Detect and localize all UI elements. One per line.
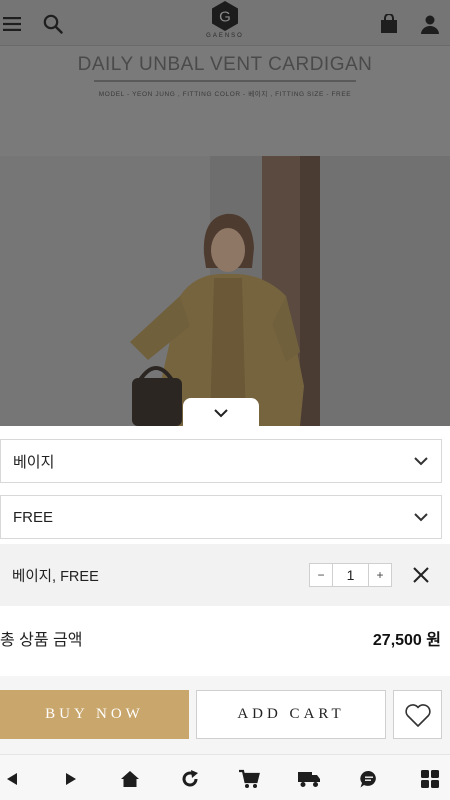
chevron-down-icon bbox=[414, 513, 428, 522]
buy-now-button[interactable]: BUY NOW bbox=[0, 690, 189, 739]
logo-text: GAENSO bbox=[206, 33, 244, 39]
svg-text:G: G bbox=[219, 9, 231, 26]
back-icon[interactable] bbox=[0, 767, 24, 791]
purchase-option-panel: 베이지 FREE 베이지, FREE − 1 + 총 상품 금액 27,500 … bbox=[0, 426, 450, 800]
delivery-truck-icon[interactable] bbox=[297, 767, 321, 791]
close-icon bbox=[413, 567, 429, 583]
bottom-navigation-bar bbox=[0, 754, 450, 800]
size-select-value: FREE bbox=[13, 508, 54, 526]
add-cart-button[interactable]: ADD CART bbox=[196, 690, 386, 739]
home-icon[interactable] bbox=[118, 767, 142, 791]
remove-option-button[interactable] bbox=[411, 565, 431, 585]
forward-icon[interactable] bbox=[59, 767, 83, 791]
size-select[interactable]: FREE bbox=[0, 495, 442, 539]
collapse-panel-tab[interactable] bbox=[183, 398, 259, 428]
total-price-value: 27,500 원 bbox=[372, 632, 441, 649]
search-icon[interactable] bbox=[41, 12, 65, 36]
logo-hexagon-icon: G bbox=[212, 1, 238, 31]
product-heading-area: DAILY UNBAL VENT CARDIGAN MODEL - YEON J… bbox=[0, 46, 450, 156]
selected-option-label: 베이지, FREE bbox=[12, 569, 99, 585]
total-price-label: 총 상품 금액 bbox=[0, 632, 83, 649]
product-title: DAILY UNBAL VENT CARDIGAN bbox=[77, 54, 373, 75]
quantity-stepper: − 1 + bbox=[309, 563, 392, 587]
refresh-icon[interactable] bbox=[178, 767, 202, 791]
menu-icon[interactable] bbox=[0, 12, 24, 36]
product-photo bbox=[0, 156, 450, 426]
user-icon[interactable] bbox=[418, 12, 442, 36]
chat-icon[interactable] bbox=[357, 767, 381, 791]
product-subtitle: MODEL - YEON JUNG , FITTING COLOR - 베이지 … bbox=[98, 91, 352, 98]
quantity-input[interactable]: 1 bbox=[332, 564, 369, 586]
quantity-increase-button[interactable]: + bbox=[369, 564, 391, 586]
heart-icon bbox=[404, 703, 431, 727]
action-button-bar: BUY NOW ADD CART bbox=[0, 676, 450, 754]
grid-menu-icon[interactable] bbox=[418, 767, 442, 791]
color-select-value: 베이지 bbox=[13, 453, 55, 471]
color-select[interactable]: 베이지 bbox=[0, 439, 442, 483]
top-header: G GAENSO bbox=[0, 0, 450, 46]
cart-icon[interactable] bbox=[237, 767, 261, 791]
brand-logo[interactable]: G GAENSO bbox=[196, 0, 254, 42]
quantity-decrease-button[interactable]: − bbox=[310, 564, 332, 586]
chevron-down-icon bbox=[214, 409, 228, 418]
selected-option-row: 베이지, FREE − 1 + bbox=[0, 544, 450, 606]
shopping-bag-icon[interactable] bbox=[377, 12, 401, 36]
wishlist-button[interactable] bbox=[393, 690, 442, 739]
title-divider bbox=[94, 80, 356, 82]
chevron-down-icon bbox=[414, 457, 428, 466]
